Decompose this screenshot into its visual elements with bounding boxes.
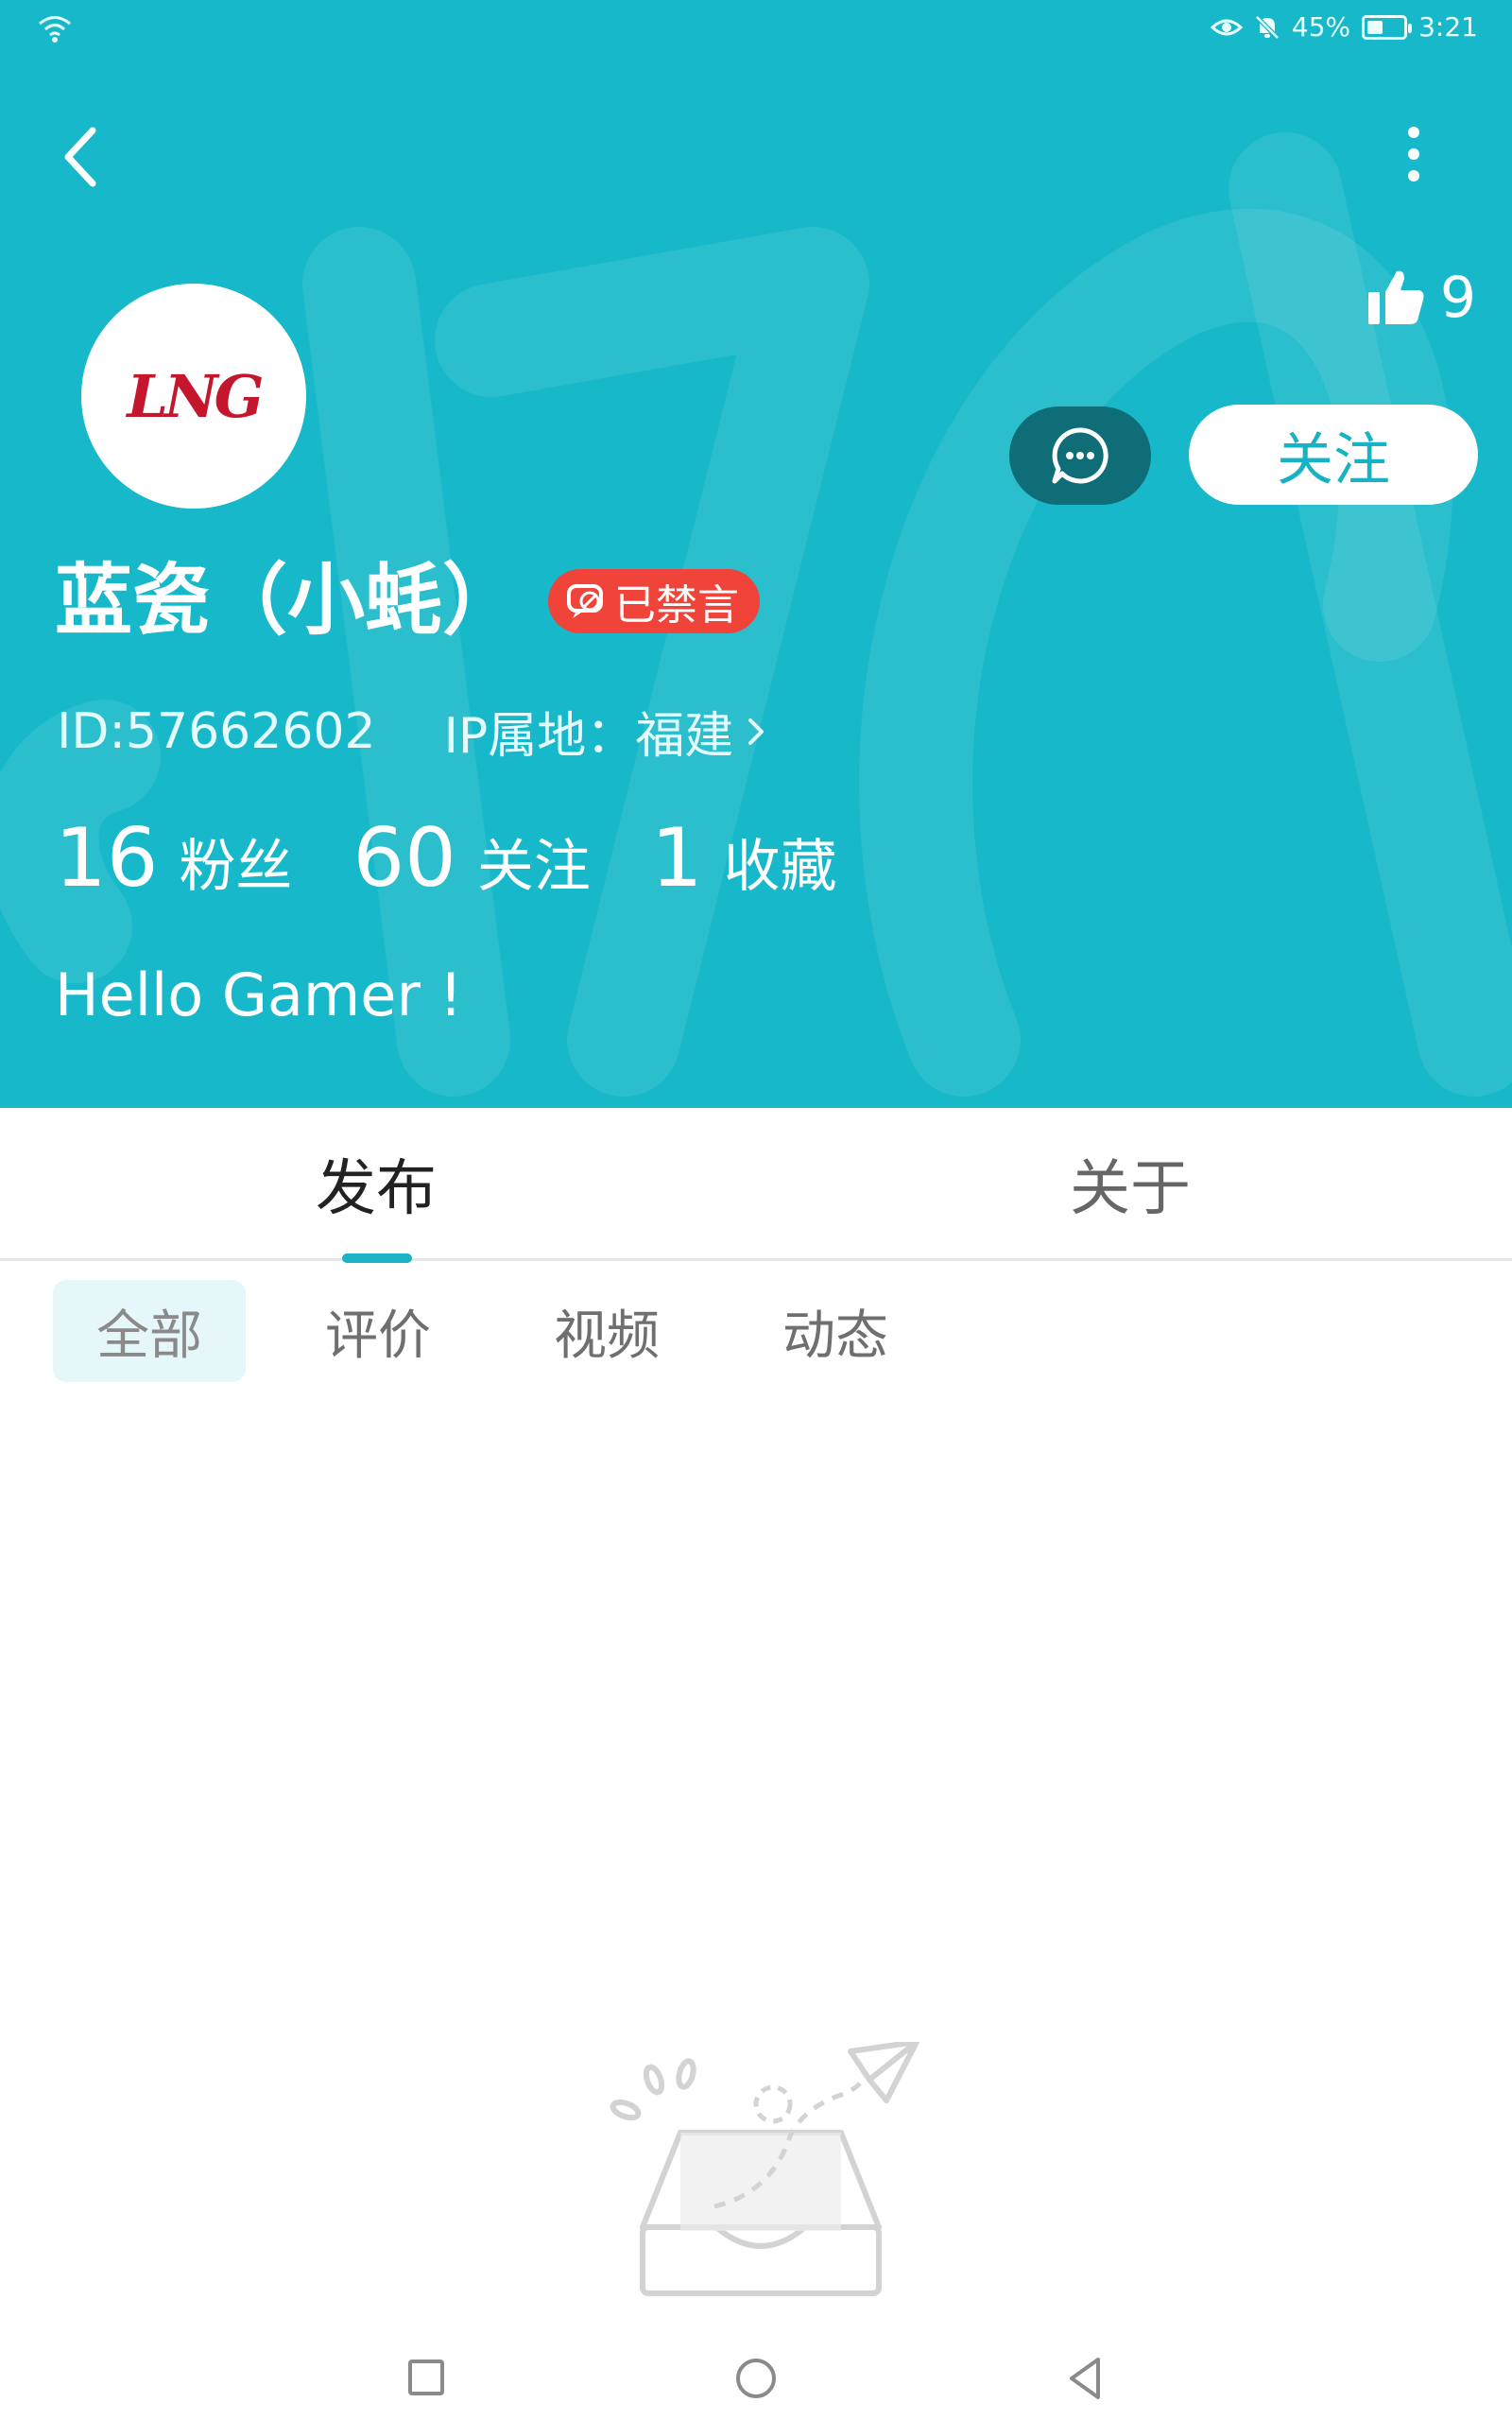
empty-inbox-icon [610,2042,919,2296]
stat-number: 16 [55,811,159,906]
clock: 3:21 [1418,11,1478,43]
chat-bubble-icon [1052,427,1108,484]
id-row: ID:57662602 IP属地：福建 [57,696,769,767]
stat-fans[interactable]: 16 粉丝 [55,811,292,906]
back-button[interactable] [55,119,106,195]
filter-moments[interactable]: 动态 [739,1280,932,1382]
like-counter[interactable]: 9 [1366,265,1476,331]
wifi-icon [39,16,71,43]
stat-label: 粉丝 [179,834,293,900]
stat-favorites[interactable]: 1 收藏 [651,811,837,906]
thumbs-up-icon [1367,270,1424,324]
filter-reviews[interactable]: 评价 [282,1280,474,1382]
stat-following[interactable]: 60 关注 [352,811,590,906]
banned-badge-label: 已禁言 [614,581,740,630]
user-id: ID:57662602 [57,702,376,760]
stat-label: 关注 [476,834,591,900]
avatar[interactable]: LNG [81,284,306,509]
profile-header: 45% 3:21 9 LNG 关注 蓝瓷（小蚝） 已禁言 ID:57662602… [0,0,1512,1108]
eye-icon [1210,19,1243,35]
battery-icon [1362,14,1413,40]
bio: Hello Gamer ! [55,960,463,1029]
name-row: 蓝瓷（小蚝） 已禁言 [55,552,761,650]
stat-number: 60 [352,811,456,906]
tab-publish[interactable]: 发布 [316,1140,437,1227]
avatar-logo: LNG [127,361,264,431]
home-circle-icon[interactable] [728,2350,784,2407]
status-right: 45% 3:21 [1210,11,1478,43]
banned-badge: 已禁言 [548,569,761,633]
stat-label: 收藏 [723,834,837,900]
muted-chat-icon [567,584,604,618]
back-triangle-icon[interactable] [1058,2350,1115,2407]
message-button[interactable] [1009,406,1151,505]
follow-button[interactable]: 关注 [1189,405,1478,505]
tab-about[interactable]: 关于 [1070,1140,1191,1227]
status-bar: 45% 3:21 [0,0,1512,59]
username: 蓝瓷（小蚝） [55,556,521,646]
active-tab-indicator [342,1253,412,1263]
battery-percent: 45% [1291,11,1351,43]
tab-bar: 发布 关于 [0,1108,1512,1261]
mute-bell-icon [1255,14,1280,40]
chevron-right-icon [748,717,765,745]
stat-number: 1 [650,811,703,906]
stats-row: 16 粉丝 60 关注 1 收藏 [55,811,898,906]
like-count: 9 [1439,265,1476,331]
recents-square-icon[interactable] [397,2350,454,2407]
more-menu-button[interactable] [1395,121,1433,187]
filter-chips: 全部 评价 视频 动态 [53,1280,932,1382]
filter-videos[interactable]: 视频 [510,1280,703,1382]
ip-location: IP属地：福建 [443,708,734,765]
system-nav-bar [0,2335,1512,2420]
ip-location-link[interactable]: IP属地：福建 [444,696,770,767]
filter-all[interactable]: 全部 [53,1280,246,1382]
